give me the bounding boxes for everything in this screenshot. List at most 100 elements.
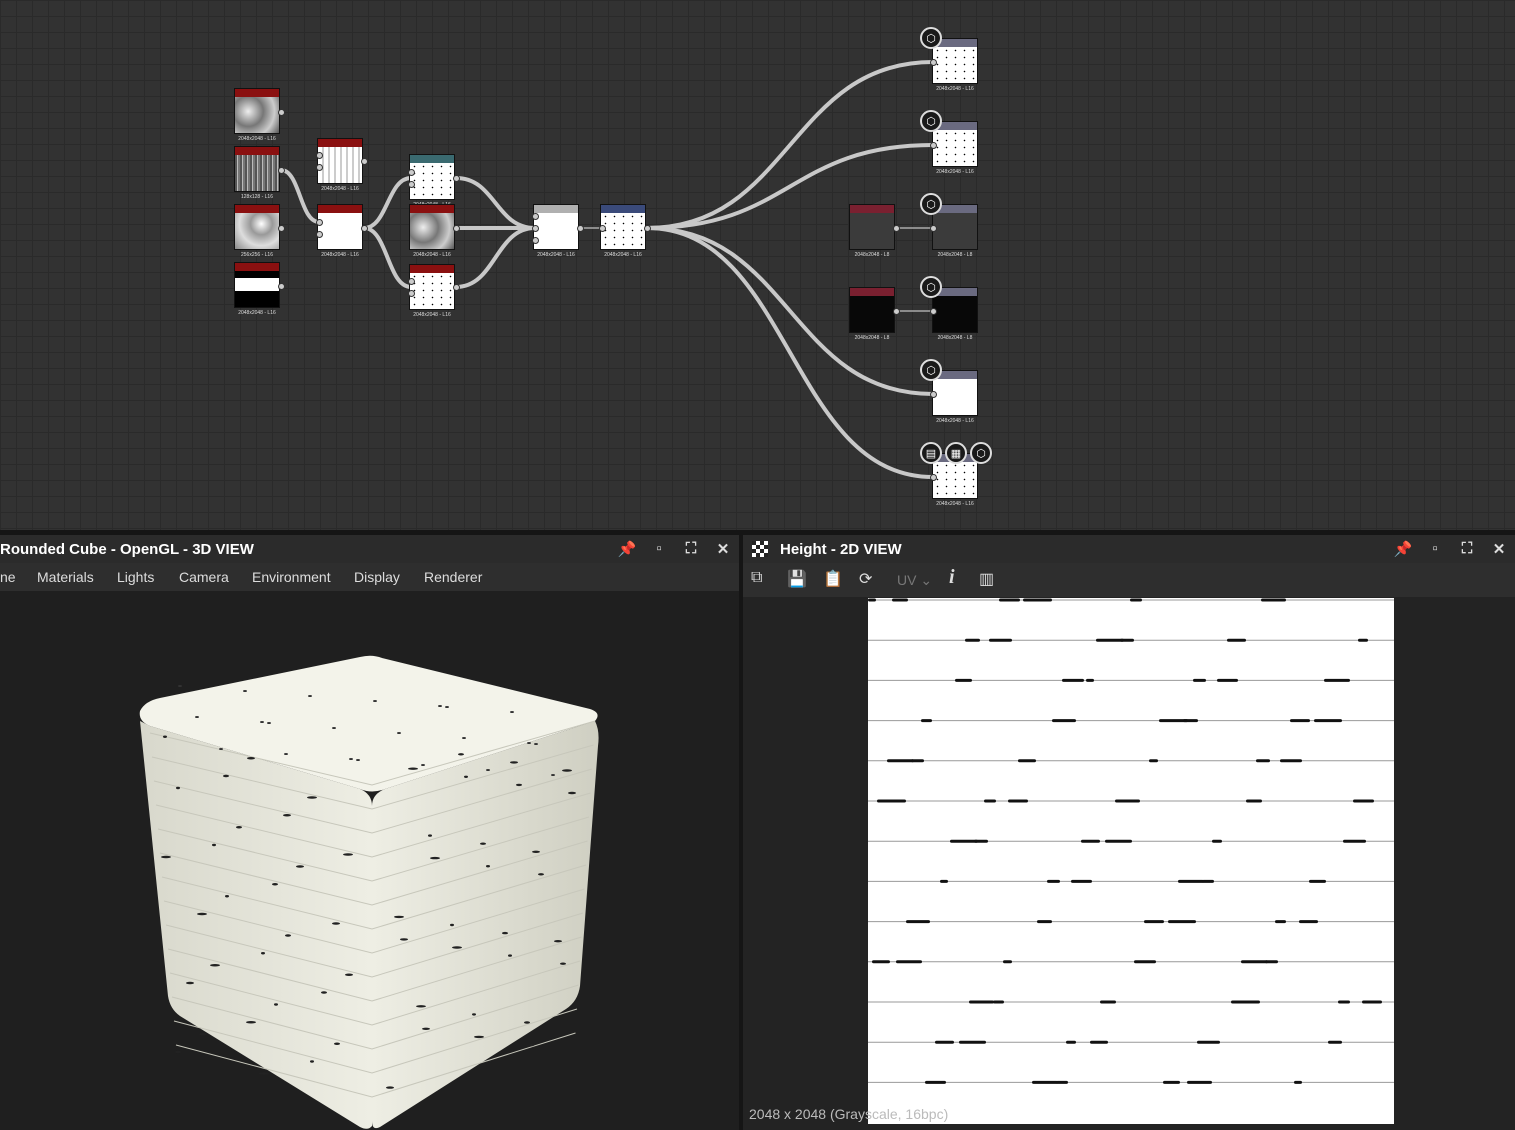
node-port[interactable]: [930, 474, 937, 481]
node-port[interactable]: [278, 167, 285, 174]
blend-node-3[interactable]: 2048x2048 - L16: [533, 204, 579, 258]
node-port[interactable]: [361, 225, 368, 232]
cube-knot-mark: [560, 962, 566, 965]
knot-mark: [1212, 839, 1222, 843]
node-port[interactable]: [599, 225, 606, 232]
knot-mark: [1168, 920, 1196, 924]
node-port[interactable]: [893, 308, 900, 315]
menu-environment[interactable]: Environment: [252, 569, 331, 585]
noise-node-3[interactable]: 2048x2048 - L16: [409, 204, 455, 258]
2d-view-titlebar: Height - 2D VIEW 📌 ▫ ⛶ ✕: [743, 535, 1515, 563]
maximize-icon[interactable]: ⛶: [1457, 540, 1477, 558]
node-port[interactable]: [278, 283, 285, 290]
knot-mark: [1193, 678, 1206, 682]
cube-knot-mark: [212, 843, 216, 847]
node-header: [601, 205, 645, 213]
uv-dropdown[interactable]: UV ⌄: [897, 572, 932, 589]
stripes-node[interactable]: 2048x2048 - L16: [317, 138, 363, 192]
node-port[interactable]: [532, 237, 539, 244]
cube-knot-mark: [458, 753, 464, 756]
node-port[interactable]: [453, 284, 460, 291]
close-icon[interactable]: ✕: [1489, 540, 1509, 558]
node-port[interactable]: [930, 391, 937, 398]
maximize-icon[interactable]: ⛶: [681, 540, 701, 558]
refresh-view-icon[interactable]: ⟳: [859, 569, 872, 589]
cube-knot-mark: [430, 856, 440, 860]
pin-icon[interactable]: 📌: [1393, 540, 1413, 558]
fibers-node[interactable]: 128x128 - L16: [234, 146, 280, 200]
node-port[interactable]: [316, 164, 323, 171]
node-port[interactable]: [577, 225, 584, 232]
node-port[interactable]: [453, 175, 460, 182]
noise-node-2[interactable]: 256x256 - L16: [234, 204, 280, 258]
node-caption: 2048x2048 - L16: [413, 252, 451, 258]
output-badge-icon: ⬡: [920, 276, 942, 298]
dots-node[interactable]: 2048x2048 - L16: [409, 154, 455, 208]
cube-knot-mark: [480, 842, 486, 845]
menu-materials[interactable]: Materials: [37, 569, 94, 585]
node-port[interactable]: [930, 59, 937, 66]
node-thumbnail: [933, 130, 977, 166]
knot-mark: [1163, 1080, 1180, 1084]
knot-mark: [1187, 1080, 1212, 1084]
node-port[interactable]: [930, 308, 937, 315]
knot-mark: [1003, 960, 1012, 964]
cube-knot-mark: [334, 1042, 340, 1045]
menu-renderer[interactable]: Renderer: [424, 569, 482, 585]
node-port[interactable]: [361, 158, 368, 165]
uniform-color-node-2[interactable]: 2048x2048 - L8: [849, 287, 895, 341]
node-port[interactable]: [453, 225, 460, 232]
menu-lights[interactable]: Lights: [117, 569, 154, 585]
close-icon[interactable]: ✕: [713, 540, 733, 558]
blend-node-2[interactable]: 2048x2048 - L16: [409, 264, 455, 318]
noise-node-1[interactable]: 2048x2048 - L16: [234, 88, 280, 142]
uniform-color-node-1[interactable]: 2048x2048 - L8: [849, 204, 895, 258]
knot-mark: [1096, 638, 1124, 642]
histogram-icon[interactable]: ▥: [979, 569, 994, 589]
node-port[interactable]: [532, 225, 539, 232]
menu-scene[interactable]: ne: [0, 569, 16, 585]
shape-node[interactable]: 2048x2048 - L16: [234, 262, 280, 316]
node-port[interactable]: [316, 152, 323, 159]
node-port[interactable]: [278, 225, 285, 232]
info-icon[interactable]: i: [949, 566, 955, 589]
node-header: [850, 205, 894, 213]
node-port[interactable]: [893, 225, 900, 232]
cube-knot-mark: [199, 1033, 207, 1036]
cube-knot-mark: [394, 915, 404, 919]
copy-icon[interactable]: 📋: [823, 569, 843, 589]
node-port[interactable]: [408, 290, 415, 297]
node-port[interactable]: [644, 225, 651, 232]
node-port[interactable]: [408, 181, 415, 188]
dock-icon[interactable]: ▫: [649, 540, 669, 558]
pin-icon[interactable]: 📌: [617, 540, 637, 558]
knot-mark: [1314, 719, 1342, 723]
node-port[interactable]: [316, 231, 323, 238]
node-port[interactable]: [930, 142, 937, 149]
cube-knot-mark: [285, 934, 291, 937]
save-icon[interactable]: 💾: [787, 569, 807, 589]
blend-node-1[interactable]: 2048x2048 - L16: [317, 204, 363, 258]
menu-display[interactable]: Display: [354, 569, 400, 585]
node-port[interactable]: [316, 219, 323, 226]
node-port[interactable]: [408, 169, 415, 176]
knot-mark: [872, 960, 890, 964]
node-graph[interactable]: 2048x2048 - L16 128x128 - L16 256x256 - …: [0, 0, 1515, 530]
node-port[interactable]: [532, 213, 539, 220]
menu-camera[interactable]: Camera: [179, 569, 229, 585]
node-port[interactable]: [278, 109, 285, 116]
knot-mark: [1261, 598, 1286, 602]
knot-mark: [1062, 678, 1084, 682]
2d-viewport[interactable]: 2048 x 2048 (Grayscale, 16bpc): [743, 597, 1515, 1130]
cube-knot-mark: [274, 1003, 278, 1006]
node-caption: 128x128 - L16: [241, 194, 273, 200]
3d-viewport[interactable]: [0, 591, 739, 1130]
display-options-icon[interactable]: ⧉: [751, 569, 762, 587]
dock-icon[interactable]: ▫: [1425, 540, 1445, 558]
levels-node[interactable]: 2048x2048 - L16: [600, 204, 646, 258]
knot-mark: [868, 598, 876, 602]
knot-mark: [1066, 1040, 1076, 1044]
node-port[interactable]: [930, 225, 937, 232]
node-caption: 2048x2048 - L16: [936, 501, 974, 507]
node-port[interactable]: [408, 278, 415, 285]
